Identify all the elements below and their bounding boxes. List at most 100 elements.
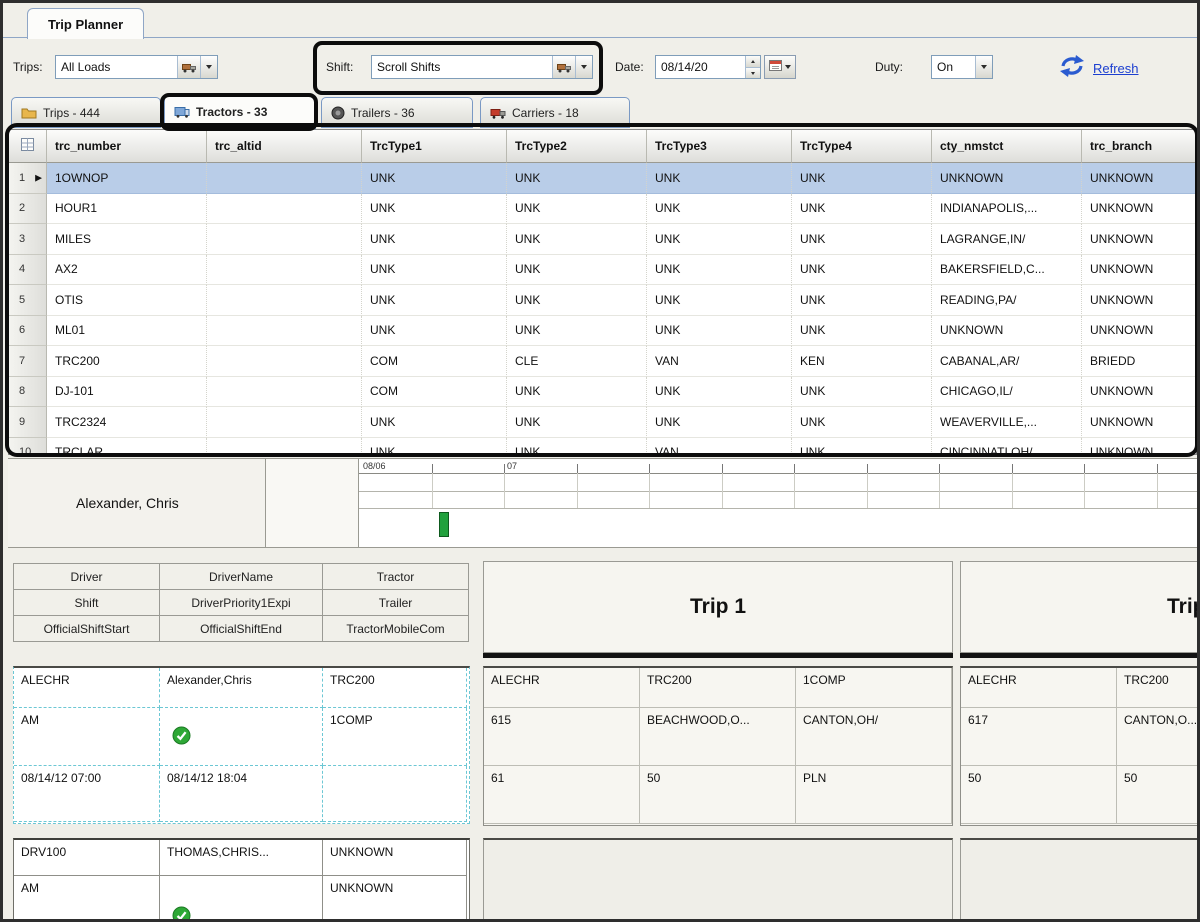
duty-combo[interactable]: On xyxy=(931,55,993,79)
tab-trips[interactable]: Trips - 444 xyxy=(11,97,161,128)
grid-cell[interactable] xyxy=(207,285,362,316)
grid-cell[interactable]: UNK xyxy=(507,376,647,407)
trip-cell[interactable]: 61 xyxy=(484,766,640,824)
grid-cell[interactable]: UNKNOWN xyxy=(1082,285,1196,316)
grid-cell[interactable]: UNK xyxy=(507,163,647,194)
grid-cell[interactable]: COM xyxy=(362,376,507,407)
grid-cell[interactable]: UNK xyxy=(362,193,507,224)
row-header[interactable]: 3 xyxy=(9,224,47,255)
trip-cell[interactable]: 1COMP xyxy=(796,668,952,708)
driver-mobile-com[interactable] xyxy=(323,766,467,822)
driver-tractor[interactable]: UNKNOWN xyxy=(323,840,467,876)
calendar-button[interactable] xyxy=(764,55,796,79)
grid-cell[interactable]: CLE xyxy=(507,346,647,377)
grid-cell[interactable]: CINCINNATI,OH/ xyxy=(932,437,1082,454)
row-header[interactable]: 1 ▶ xyxy=(9,163,47,194)
grid-cell[interactable]: READING,PA/ xyxy=(932,285,1082,316)
grid-cell[interactable]: UNK xyxy=(792,163,932,194)
grid-row[interactable]: 9 TRC2324 UNK UNK UNK UNK WEAVERVILLE,... UNKNO… xyxy=(9,407,1196,438)
grid-cell[interactable]: UNK xyxy=(647,254,792,285)
grid-cell[interactable]: DJ-101 xyxy=(47,376,207,407)
gantt-shift-bar[interactable] xyxy=(439,512,449,537)
grid-cell[interactable]: CABANAL,AR/ xyxy=(932,346,1082,377)
grid-cell[interactable]: UNKNOWN xyxy=(1082,255,1196,285)
grid-cell[interactable]: UNK xyxy=(507,224,647,255)
trip-cell[interactable]: 50 xyxy=(1117,766,1197,824)
grid-cell[interactable]: UNK xyxy=(647,407,792,438)
grid-cell[interactable]: HOUR1 xyxy=(47,193,207,224)
grid-cell[interactable]: UNKNOWN xyxy=(932,163,1082,194)
grid-cell[interactable]: UNK xyxy=(792,437,932,454)
trip-cell[interactable]: PLN xyxy=(796,766,952,824)
grid-cell[interactable] xyxy=(207,193,362,224)
grid-cell[interactable]: UNK xyxy=(647,163,792,194)
driver-tractor[interactable]: TRC200 xyxy=(323,668,467,708)
grid-cell[interactable]: TRC200 xyxy=(47,346,207,377)
grid-row[interactable]: 6 ML01 UNK UNK UNK UNK UNKNOWN UNKNOWN xyxy=(9,315,1196,346)
date-spinner[interactable] xyxy=(745,56,760,78)
row-header[interactable]: 2 xyxy=(9,193,47,224)
grid-row[interactable]: 2 HOUR1 UNK UNK UNK UNK INDIANAPOLIS,... UNKNOW… xyxy=(9,193,1196,224)
grid-cell[interactable]: UNK xyxy=(362,407,507,438)
grid-cell[interactable] xyxy=(207,163,362,194)
grid-cell[interactable] xyxy=(207,224,362,255)
grid-cell[interactable]: UNKNOWN xyxy=(1082,163,1196,194)
trip-cell[interactable]: 50 xyxy=(640,766,796,824)
grid-cell[interactable]: UNK xyxy=(792,285,932,316)
grid-cell[interactable]: UNK xyxy=(362,437,507,454)
grid-cell[interactable]: BAKERSFIELD,C... xyxy=(932,254,1082,285)
grid-cell[interactable]: UNK xyxy=(507,315,647,346)
row-header[interactable]: 6 xyxy=(9,315,47,346)
grid-cell[interactable]: UNK xyxy=(647,376,792,407)
shift-combo[interactable]: Scroll Shifts xyxy=(371,55,593,79)
grid-cell[interactable]: UNKNOWN xyxy=(1082,316,1196,346)
driver-shift[interactable]: AM xyxy=(14,708,160,766)
column-header-trctype2[interactable]: TrcType2 xyxy=(507,130,647,163)
grid-cell[interactable] xyxy=(207,346,362,377)
grid-cell[interactable]: UNK xyxy=(647,224,792,255)
grid-row[interactable]: 3 MILES UNK UNK UNK UNK LAGRANGE,IN/UNKNOWN xyxy=(9,224,1196,255)
grid-row[interactable]: 7 TRC200 COM CLE VAN KEN CABANAL,AR/BRIEDD xyxy=(9,346,1196,377)
grid-cell[interactable] xyxy=(207,376,362,407)
grid-corner-button[interactable] xyxy=(9,130,47,163)
driver-id[interactable]: ALECHR xyxy=(14,668,160,708)
grid-cell[interactable]: UNKNOWN xyxy=(1082,438,1196,454)
column-header-cty-nmstct[interactable]: cty_nmstct xyxy=(932,130,1082,163)
driver-shift[interactable]: AM xyxy=(14,876,160,919)
trip-cell[interactable]: BEACHWOOD,O... xyxy=(640,708,796,766)
grid-cell[interactable]: 1OWNOP xyxy=(47,163,207,194)
trip1-empty-slot[interactable] xyxy=(483,838,953,919)
grid-cell[interactable]: VAN xyxy=(647,437,792,454)
grid-cell[interactable]: UNK xyxy=(507,193,647,224)
grid-cell[interactable]: UNK xyxy=(792,254,932,285)
column-header-trc-number[interactable]: trc_number xyxy=(47,130,207,163)
shift-dropdown-arrow-icon[interactable] xyxy=(575,56,592,78)
driver-priority-cell[interactable] xyxy=(160,708,323,766)
grid-cell[interactable]: MILES xyxy=(47,224,207,255)
driver-trailer[interactable]: UNKNOWN xyxy=(323,876,467,919)
grid-cell[interactable]: UNK xyxy=(362,224,507,255)
trip-cell[interactable]: 50 xyxy=(961,766,1117,824)
grid-row[interactable]: 10 TRCLAR UNK UNK VAN UNK CINCINNATI,OH/UNKNOW… xyxy=(9,437,1196,454)
grid-cell[interactable]: VAN xyxy=(647,346,792,377)
driver-shift-start[interactable]: 08/14/12 07:00 xyxy=(14,766,160,822)
grid-cell[interactable]: UNK xyxy=(362,285,507,316)
column-header-trc-branch[interactable]: trc_branch xyxy=(1082,130,1196,163)
grid-cell[interactable]: UNKNOWN xyxy=(1082,407,1196,438)
tab-trip-planner[interactable]: Trip Planner xyxy=(27,8,145,39)
grid-cell[interactable]: KEN xyxy=(792,346,932,377)
grid-cell[interactable]: UNKNOWN xyxy=(1082,194,1196,224)
trip2-card[interactable]: ALECHR TRC200 617 CANTON,O... 50 50 xyxy=(960,666,1197,826)
date-input[interactable]: 08/14/20 xyxy=(655,55,761,79)
grid-cell[interactable]: UNK xyxy=(507,407,647,438)
trip-cell[interactable]: TRC200 xyxy=(640,668,796,708)
tab-tractors[interactable]: Tractors - 33 xyxy=(164,95,316,129)
shift-truck-filter-icon[interactable] xyxy=(552,56,575,78)
column-header-trctype4[interactable]: TrcType4 xyxy=(792,130,932,163)
trip-cell[interactable]: CANTON,O... xyxy=(1117,708,1197,766)
timeline-grid[interactable]: 08/06 07 xyxy=(359,459,1197,547)
trip-cell[interactable]: TRC200 xyxy=(1117,668,1197,708)
grid-cell[interactable]: UNK xyxy=(792,224,932,255)
grid-cell[interactable]: UNKNOWN xyxy=(1082,224,1196,255)
grid-cell[interactable]: UNKNOWN xyxy=(1082,377,1196,407)
